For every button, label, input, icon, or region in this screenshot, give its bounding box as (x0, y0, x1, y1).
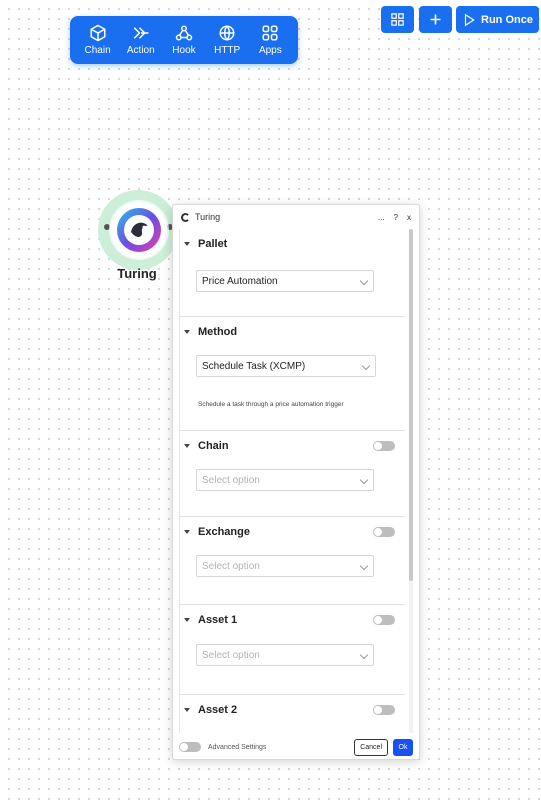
node-toolbar: Chain Action Hook HTTP Apps (70, 16, 298, 64)
exchange-select-placeholder: Select option (202, 560, 260, 572)
pallet-section-header[interactable]: Pallet (180, 229, 405, 259)
chevron-down-icon (359, 475, 369, 485)
exchange-section-header[interactable]: Exchange (180, 517, 405, 547)
method-section: Method Schedule Task (XCMP) Schedule a t… (180, 317, 405, 431)
asset2-toggle[interactable] (373, 705, 395, 715)
node-input-handle[interactable] (104, 224, 110, 230)
pallet-section: Pallet Price Automation (180, 229, 405, 317)
exchange-title: Exchange (198, 526, 250, 538)
asset1-select-placeholder: Select option (202, 649, 260, 661)
add-node-button[interactable] (419, 6, 452, 33)
run-once-button[interactable]: Run Once (456, 6, 539, 33)
asset1-toggle[interactable] (373, 615, 395, 625)
turing-logo-icon (117, 208, 161, 252)
help-button[interactable]: ? (394, 213, 398, 222)
asset1-section-header[interactable]: Asset 1 (180, 605, 405, 635)
chain-select-placeholder: Select option (202, 474, 260, 486)
chevron-down-icon (359, 276, 369, 286)
ok-button-label: Ok (398, 743, 408, 751)
panel-header: Turing ... ? x (173, 205, 419, 229)
chevron-down-icon (359, 561, 369, 571)
advanced-settings-toggle[interactable] (179, 742, 201, 752)
caret-down-icon (184, 618, 190, 622)
turing-small-icon (181, 212, 190, 222)
exchange-toggle[interactable] (373, 527, 395, 537)
chain-title: Chain (198, 440, 229, 452)
node-title: Turing (117, 266, 157, 281)
chain-tool-label: Chain (84, 45, 111, 56)
asset1-title: Asset 1 (198, 614, 238, 626)
node-settings-panel: Turing ... ? x Pallet Price Automation M… (172, 204, 420, 760)
method-select[interactable]: Schedule Task (XCMP) (196, 355, 376, 377)
chain-section: Chain Select option (180, 431, 405, 517)
caret-down-icon (184, 330, 190, 334)
cube-icon (90, 24, 106, 42)
caret-down-icon (184, 444, 190, 448)
panel-footer: Advanced Settings Cancel Ok (173, 733, 419, 761)
pallet-select-value: Price Automation (202, 275, 278, 287)
plus-icon (430, 14, 441, 25)
close-button[interactable]: x (407, 213, 411, 222)
caret-down-icon (184, 530, 190, 534)
chain-toggle[interactable] (373, 441, 395, 451)
chain-section-header[interactable]: Chain (180, 431, 405, 461)
pallet-title: Pallet (198, 238, 228, 250)
globe-icon (219, 25, 235, 41)
caret-down-icon (184, 242, 190, 246)
action-tool-button[interactable]: Action (121, 20, 161, 60)
hook-tool-label: Hook (172, 45, 196, 56)
run-once-label: Run Once (481, 13, 533, 26)
asset2-section: Asset 2 (180, 695, 405, 733)
turing-logo (111, 202, 167, 258)
apps-tool-button[interactable]: Apps (250, 20, 290, 60)
play-icon (464, 13, 475, 26)
chevron-down-icon (359, 650, 369, 660)
caret-down-icon (184, 708, 190, 712)
asset1-section: Asset 1 Select option (180, 605, 405, 695)
cancel-button-label: Cancel (360, 743, 382, 751)
chain-select[interactable]: Select option (196, 469, 374, 491)
turing-node[interactable]: Turing (96, 188, 182, 282)
chain-tool-button[interactable]: Chain (78, 20, 118, 60)
method-description: Schedule a task through a price automati… (198, 401, 344, 408)
ok-button[interactable]: Ok (393, 738, 413, 756)
apps-grid-icon (262, 25, 278, 41)
chevron-down-icon (361, 361, 371, 371)
webhook-icon (175, 25, 193, 41)
layout-grid-icon (391, 13, 404, 26)
panel-title: Turing (195, 212, 221, 222)
action-arrow-icon (133, 27, 149, 39)
asset1-select[interactable]: Select option (196, 644, 374, 666)
method-select-value: Schedule Task (XCMP) (202, 360, 306, 372)
exchange-section: Exchange Select option (180, 517, 405, 605)
pallet-select[interactable]: Price Automation (196, 270, 374, 292)
action-tool-label: Action (126, 45, 155, 56)
layout-button[interactable] (381, 6, 414, 33)
asset2-title: Asset 2 (198, 704, 238, 716)
hook-tool-button[interactable]: Hook (164, 20, 204, 60)
exchange-select[interactable]: Select option (196, 555, 374, 577)
asset2-section-header[interactable]: Asset 2 (180, 695, 405, 725)
more-options-button[interactable]: ... (378, 213, 385, 222)
http-tool-button[interactable]: HTTP (207, 20, 247, 60)
http-tool-label: HTTP (214, 45, 241, 56)
panel-scrollbar-thumb[interactable] (409, 229, 413, 581)
apps-tool-label: Apps (258, 45, 282, 56)
cancel-button[interactable]: Cancel (354, 738, 388, 756)
panel-body: Pallet Price Automation Method Schedule … (179, 229, 405, 733)
advanced-settings-label: Advanced Settings (208, 743, 267, 751)
method-title: Method (198, 326, 238, 338)
method-section-header[interactable]: Method (180, 317, 405, 347)
